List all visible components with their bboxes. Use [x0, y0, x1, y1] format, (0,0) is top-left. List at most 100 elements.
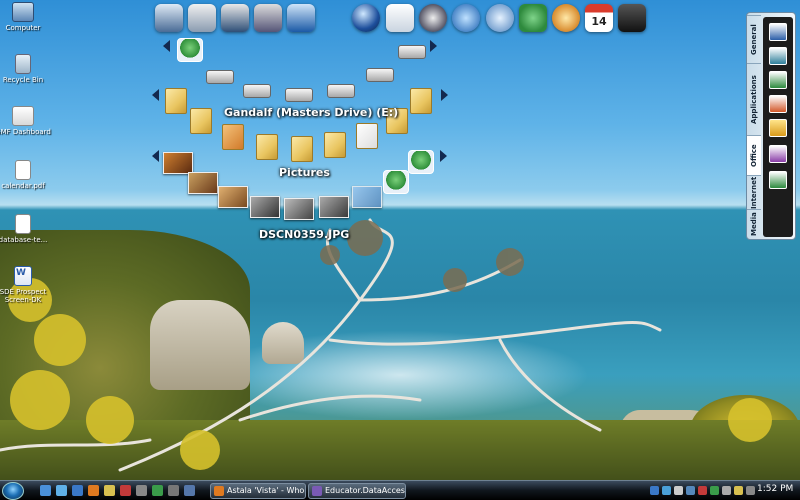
- side-launcher-panel: General Applications Office Internet Med…: [746, 12, 796, 240]
- selected-file-label: DSCN0359.JPG: [259, 228, 350, 241]
- tray-icon[interactable]: [698, 486, 707, 495]
- folder-icon[interactable]: [190, 108, 212, 134]
- desktop-icon[interactable]: [155, 4, 183, 32]
- tab-internet[interactable]: Internet: [747, 175, 761, 209]
- dvd-drive-icon[interactable]: [366, 68, 394, 82]
- network-icon[interactable]: [287, 4, 315, 32]
- side-app-list: [763, 17, 793, 237]
- desktop-icon-sde-prospect[interactable]: SDE Prospect Screen-DK: [0, 266, 52, 304]
- tab-media[interactable]: Media: [747, 209, 761, 239]
- folder-icon[interactable]: [410, 88, 432, 114]
- tab-applications[interactable]: Applications: [747, 63, 761, 135]
- tray-icon[interactable]: [710, 486, 719, 495]
- taskbar-clock[interactable]: 1:52 PM: [757, 484, 793, 494]
- photo-thumbnail[interactable]: [319, 196, 349, 218]
- app-icon[interactable]: [120, 485, 131, 496]
- gmail-dashboard-icon: [12, 106, 34, 126]
- switch-windows-icon[interactable]: [56, 485, 67, 496]
- firefox-icon[interactable]: [88, 485, 99, 496]
- tab-office[interactable]: Office: [747, 135, 761, 175]
- user-folder-icon[interactable]: [408, 150, 434, 174]
- programs-icon[interactable]: [221, 4, 249, 32]
- dragon-icon[interactable]: [519, 4, 547, 32]
- fan-folders-prev-arrow[interactable]: [152, 89, 159, 101]
- weather-icon[interactable]: [452, 4, 480, 32]
- taskbar-button-firefox[interactable]: Astala 'Vista' - Who'...: [210, 483, 306, 499]
- fan-pictures-prev-arrow[interactable]: [152, 150, 159, 162]
- photo-thumbnail[interactable]: [250, 196, 280, 218]
- tray-icon[interactable]: [734, 486, 743, 495]
- recycle-bin-icon: [15, 54, 31, 74]
- calendar-day: 14: [591, 15, 607, 28]
- folder-icon[interactable]: [165, 88, 187, 114]
- desktop-icon-label: GMF Dashboard: [0, 128, 51, 136]
- outlook-icon[interactable]: [769, 119, 787, 137]
- user-folder-icon[interactable]: [383, 170, 409, 194]
- onenote-icon[interactable]: [769, 145, 787, 163]
- taskbar: Astala 'Vista' - Who'... Educator.DataAc…: [0, 480, 800, 500]
- desktop-wallpaper: [0, 0, 800, 500]
- media-player-icon[interactable]: [419, 4, 447, 32]
- app-icon[interactable]: [152, 485, 163, 496]
- taskbar-button-visual-studio[interactable]: Educator.DataAcces...: [308, 483, 406, 499]
- desktop-icon-recycle-bin[interactable]: Recycle Bin: [0, 54, 52, 84]
- excel-icon[interactable]: [769, 171, 787, 189]
- drive-icon[interactable]: [327, 84, 355, 98]
- desktop-icon-label: calendar.pdf: [1, 182, 45, 190]
- word-icon[interactable]: [769, 23, 787, 41]
- desktop-icon-label: SDE Prospect Screen-DK: [0, 288, 47, 304]
- tab-general[interactable]: General: [747, 15, 761, 63]
- excel-icon[interactable]: [769, 71, 787, 89]
- photo-thumbnail-selected[interactable]: [352, 186, 382, 208]
- start-button[interactable]: [2, 482, 24, 500]
- fan-drives-next-arrow[interactable]: [430, 40, 437, 52]
- app-icon[interactable]: [184, 485, 195, 496]
- photo-thumbnail[interactable]: [163, 152, 193, 174]
- calendar-icon[interactable]: 14: [585, 4, 613, 32]
- folder-icon[interactable]: [104, 485, 115, 496]
- ie-icon[interactable]: [72, 485, 83, 496]
- document-icon: [15, 214, 31, 234]
- fan-folders-label: Gandalf (Masters Drive) (E:): [224, 106, 399, 119]
- desktop-icon-computer[interactable]: Computer: [0, 2, 52, 32]
- photo-thumbnail[interactable]: [218, 186, 248, 208]
- desktop-icon-calendar-pdf[interactable]: calendar.pdf: [0, 160, 52, 190]
- folder-icon[interactable]: [324, 132, 346, 158]
- tray-icon[interactable]: [686, 486, 695, 495]
- drive-icon[interactable]: [243, 84, 271, 98]
- fan-drives-prev-arrow[interactable]: [163, 40, 170, 52]
- firefox-icon: [214, 486, 224, 496]
- tray-icon[interactable]: [650, 486, 659, 495]
- document-icon[interactable]: [356, 123, 378, 149]
- drive-icon[interactable]: [285, 88, 313, 102]
- tray-icon[interactable]: [722, 486, 731, 495]
- powerpoint-icon[interactable]: [769, 95, 787, 113]
- show-desktop-icon[interactable]: [40, 485, 51, 496]
- computer-icon: [12, 2, 34, 22]
- paint-icon[interactable]: [552, 4, 580, 32]
- app-icon[interactable]: [168, 485, 179, 496]
- dvd-drive-icon[interactable]: [398, 45, 426, 59]
- documents-icon[interactable]: [188, 4, 216, 32]
- fan-folders-next-arrow[interactable]: [441, 89, 448, 101]
- photo-thumbnail[interactable]: [188, 172, 218, 194]
- tools-icon[interactable]: [254, 4, 282, 32]
- tray-icon[interactable]: [674, 486, 683, 495]
- drive-icon[interactable]: [206, 70, 234, 84]
- fan-pictures-next-arrow[interactable]: [440, 150, 447, 162]
- app-icon[interactable]: [136, 485, 147, 496]
- search-icon[interactable]: [486, 4, 514, 32]
- user-folder-icon[interactable]: [177, 38, 203, 62]
- photo-thumbnail[interactable]: [284, 198, 314, 220]
- package-icon[interactable]: [222, 124, 244, 150]
- shield-icon[interactable]: [618, 4, 646, 32]
- mail-icon[interactable]: [386, 4, 414, 32]
- folder-icon[interactable]: [256, 134, 278, 160]
- desktop-icon-gmf-dashboard[interactable]: GMF Dashboard: [0, 106, 52, 136]
- publisher-icon[interactable]: [769, 47, 787, 65]
- globe-icon[interactable]: [352, 4, 380, 32]
- volume-icon[interactable]: [746, 486, 755, 495]
- folder-icon[interactable]: [291, 136, 313, 162]
- desktop-icon-database[interactable]: database-te...: [0, 214, 52, 244]
- tray-icon[interactable]: [662, 486, 671, 495]
